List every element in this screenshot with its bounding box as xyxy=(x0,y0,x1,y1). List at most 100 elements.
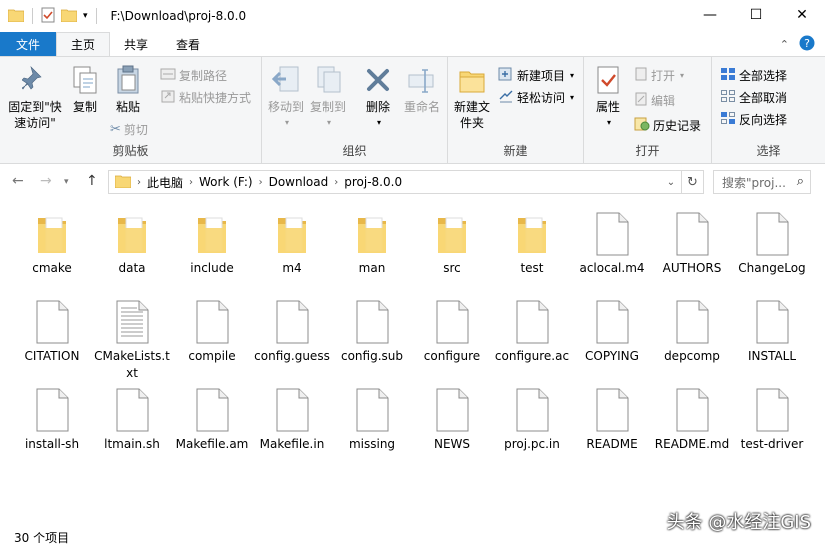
move-to-button[interactable]: 移动到 ▾ xyxy=(266,63,306,131)
search-input[interactable]: 搜索"proj... ⌕ xyxy=(713,170,811,194)
tab-home[interactable]: 主页 xyxy=(56,32,111,56)
select-all-icon xyxy=(720,67,736,84)
paste-button[interactable]: 粘贴 xyxy=(108,63,148,115)
file-item[interactable]: config.sub xyxy=(332,296,412,365)
history-button[interactable]: 历史记录 xyxy=(634,115,701,135)
file-item[interactable]: Makefile.am xyxy=(172,384,252,453)
folder-item[interactable]: include xyxy=(172,208,252,277)
select-all-button[interactable]: 全部选择 xyxy=(720,65,787,85)
customize-toolbar-icon[interactable]: ▾ xyxy=(83,11,88,21)
breadcrumb-current[interactable]: proj-8.0.0 xyxy=(344,175,402,189)
file-item[interactable]: config.guess xyxy=(252,296,332,365)
select-all-label: 全部选择 xyxy=(739,68,788,83)
item-name: COPYING xyxy=(585,349,639,363)
item-name: Makefile.in xyxy=(259,437,325,451)
file-item[interactable]: COPYING xyxy=(572,296,652,365)
cut-button[interactable]: ✂ 剪切 xyxy=(110,119,148,139)
address-bar[interactable]: › 此电脑 › Work (F:) › Download › proj-8.0.… xyxy=(108,170,704,194)
maximize-button[interactable]: ☐ xyxy=(733,0,779,30)
delete-icon xyxy=(362,63,394,97)
invert-selection-button[interactable]: 反向选择 xyxy=(720,109,787,129)
file-item[interactable]: CITATION xyxy=(12,296,92,365)
edit-button[interactable]: 编辑 xyxy=(634,90,675,110)
rename-button[interactable]: 重命名 xyxy=(400,63,444,115)
file-item[interactable]: README.md xyxy=(652,384,732,453)
file-item[interactable]: install-sh xyxy=(12,384,92,453)
up-arrow-icon[interactable]: ↑ xyxy=(86,173,98,189)
file-item[interactable]: proj.pc.in xyxy=(492,384,572,453)
back-arrow-icon[interactable]: ← xyxy=(12,173,24,189)
delete-button[interactable]: 删除 ▾ xyxy=(360,63,396,131)
recent-locations-chevron-icon[interactable]: ▾ xyxy=(64,177,69,187)
file-item[interactable]: NEWS xyxy=(412,384,492,453)
copy-path-button[interactable]: 复制路径 xyxy=(160,65,227,85)
item-name: README.md xyxy=(654,437,730,451)
file-item[interactable]: ltmain.sh xyxy=(92,384,172,453)
copy-path-label: 复制路径 xyxy=(179,68,228,83)
properties-button[interactable]: 属性 ▾ xyxy=(590,63,626,131)
file-item[interactable]: configure.ac xyxy=(492,296,572,365)
breadcrumb-separator-icon[interactable]: › xyxy=(259,177,263,188)
folder-item[interactable]: src xyxy=(412,208,492,277)
item-name: CMakeLists.txt xyxy=(94,349,170,380)
breadcrumb-drive[interactable]: Work (F:) xyxy=(199,175,253,189)
file-icon xyxy=(592,296,632,344)
new-folder-icon[interactable] xyxy=(60,8,78,25)
search-icon[interactable]: ⌕ xyxy=(797,174,804,189)
file-item[interactable]: README xyxy=(572,384,652,453)
chevron-down-icon: ▾ xyxy=(570,92,575,102)
copy-button[interactable]: 复制 xyxy=(68,63,102,115)
minimize-button[interactable]: — xyxy=(687,0,733,30)
move-to-label: 移动到 xyxy=(267,100,304,114)
copy-to-button[interactable]: 复制到 ▾ xyxy=(308,63,348,131)
select-none-button[interactable]: 全部取消 xyxy=(720,87,787,107)
folder-item[interactable]: data xyxy=(92,208,172,277)
file-item[interactable]: INSTALL xyxy=(732,296,812,365)
pin-quick-access-label: 固定到"快速访问" xyxy=(8,100,62,130)
item-name: config.guess xyxy=(254,349,330,363)
folder-item[interactable]: cmake xyxy=(12,208,92,277)
breadcrumb-download[interactable]: Download xyxy=(269,175,329,189)
item-name: src xyxy=(443,261,461,275)
file-item[interactable]: test-driver xyxy=(732,384,812,453)
file-icon xyxy=(752,208,792,256)
file-item[interactable]: configure xyxy=(412,296,492,365)
file-item[interactable]: CMakeLists.txt xyxy=(92,296,172,382)
file-item[interactable]: compile xyxy=(172,296,252,365)
properties-icon[interactable] xyxy=(41,7,55,26)
title-bar: ▾ F:\Download\proj-8.0.0 — ☐ ✕ xyxy=(0,0,825,32)
breadcrumb-this-pc[interactable]: 此电脑 xyxy=(147,174,183,191)
file-item[interactable]: depcomp xyxy=(652,296,732,365)
folder-item[interactable]: man xyxy=(332,208,412,277)
ribbon-tab-controls: ⌃ ? xyxy=(780,32,825,56)
pin-quick-access-button[interactable]: 固定到"快速访问" xyxy=(4,63,66,131)
forward-arrow-icon[interactable]: → xyxy=(40,173,52,189)
tab-file[interactable]: 文件 xyxy=(0,32,56,56)
refresh-icon[interactable]: ↻ xyxy=(681,171,703,193)
tab-share[interactable]: 共享 xyxy=(110,32,162,56)
breadcrumb-separator-icon[interactable]: › xyxy=(189,177,193,188)
file-item[interactable]: AUTHORS xyxy=(652,208,732,277)
tab-view[interactable]: 查看 xyxy=(162,32,214,56)
file-item[interactable]: aclocal.m4 xyxy=(572,208,652,277)
chevron-up-icon[interactable]: ⌃ xyxy=(780,38,789,51)
chevron-down-icon[interactable]: ⌄ xyxy=(661,177,681,188)
new-item-button[interactable]: 新建项目 ▾ xyxy=(498,65,574,85)
help-icon[interactable]: ? xyxy=(799,35,815,54)
folder-item[interactable]: m4 xyxy=(252,208,332,277)
new-folder-button[interactable]: 新建文件夹 xyxy=(452,63,492,131)
easy-access-icon xyxy=(498,89,514,106)
paste-shortcut-button[interactable]: 粘贴快捷方式 xyxy=(160,87,251,107)
pin-icon xyxy=(19,63,51,97)
file-item[interactable]: missing xyxy=(332,384,412,453)
paste-shortcut-label: 粘贴快捷方式 xyxy=(179,90,252,105)
easy-access-button[interactable]: 轻松访问 ▾ xyxy=(498,87,574,107)
breadcrumb-separator-icon[interactable]: › xyxy=(137,177,141,188)
chevron-down-icon: ▾ xyxy=(680,70,685,80)
file-item[interactable]: ChangeLog xyxy=(732,208,812,277)
file-item[interactable]: Makefile.in xyxy=(252,384,332,453)
open-button[interactable]: 打开 ▾ xyxy=(634,65,684,85)
close-button[interactable]: ✕ xyxy=(779,0,825,30)
breadcrumb-separator-icon[interactable]: › xyxy=(334,177,338,188)
folder-item[interactable]: test xyxy=(492,208,572,277)
